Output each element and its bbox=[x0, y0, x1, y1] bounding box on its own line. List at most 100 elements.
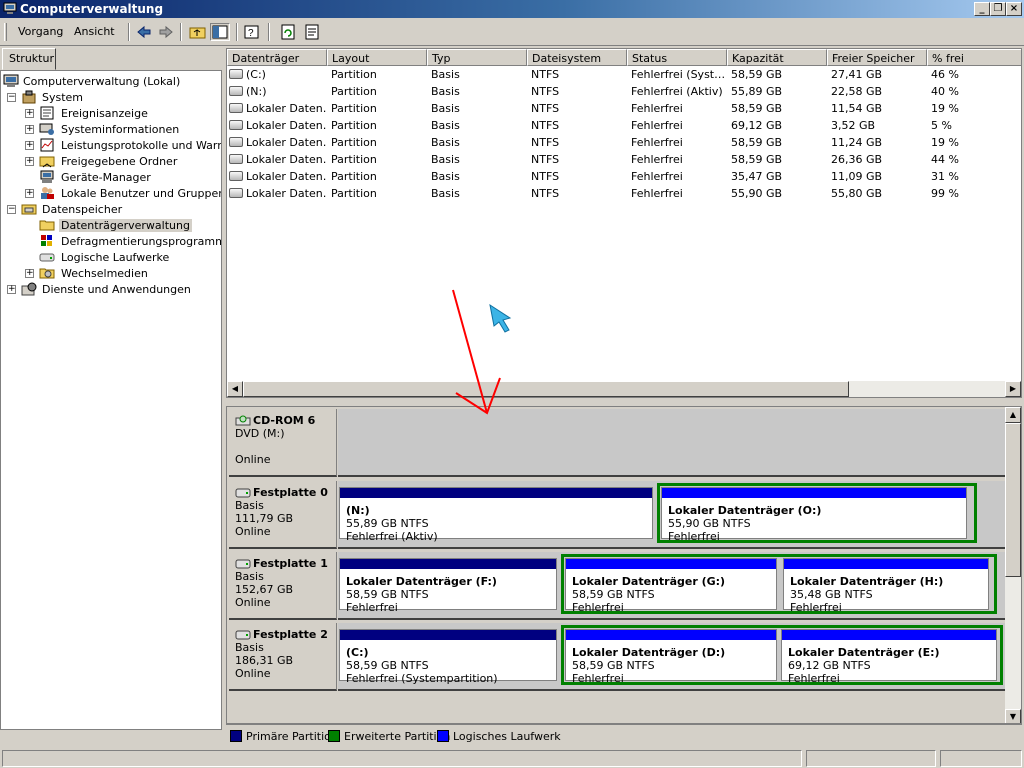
table-row[interactable]: Lokaler Daten… Partition Basis NTFS Fehlerfr… bbox=[227, 185, 1021, 202]
refresh-button[interactable] bbox=[278, 23, 298, 41]
disk-label[interactable]: Festplatte 1 Basis 152,67 GB Online bbox=[229, 552, 337, 620]
disk-label[interactable]: CD-ROM 6 DVD (M:) Online bbox=[229, 409, 337, 477]
column-header-free-space[interactable]: Freier Speicher bbox=[827, 49, 927, 66]
forward-button[interactable] bbox=[156, 23, 176, 41]
legend-swatch-primary bbox=[230, 730, 242, 742]
hard-disk-icon bbox=[235, 558, 251, 569]
scroll-thumb[interactable] bbox=[17, 729, 189, 730]
table-row[interactable]: Lokaler Daten… Partition Basis NTFS Fehlerfr… bbox=[227, 100, 1021, 117]
logical-drive[interactable]: Lokaler Datenträger (G:) 58,59 GB NTFS Feh… bbox=[565, 558, 777, 614]
partition-color-bar bbox=[340, 630, 556, 640]
partition-size: 58,59 GB NTFS bbox=[346, 588, 429, 601]
disk-label[interactable]: Festplatte 2 Basis 186,31 GB Online bbox=[229, 623, 337, 691]
scroll-left-button[interactable]: ◀ bbox=[1, 729, 17, 730]
table-cell: NTFS bbox=[531, 68, 560, 81]
services-applications-icon bbox=[21, 282, 37, 296]
scroll-right-button[interactable]: ▶ bbox=[205, 729, 221, 730]
event-viewer-icon bbox=[40, 106, 54, 120]
title-bar: Computerverwaltung _ ❐ × bbox=[0, 0, 1024, 18]
scroll-thumb[interactable] bbox=[1005, 423, 1021, 577]
disk-partition-area[interactable] bbox=[338, 409, 1006, 477]
table-row[interactable]: (N:) Partition Basis NTFS Fehlerfrei (Aktiv)… bbox=[227, 83, 1021, 100]
logical-drive[interactable]: Lokaler Datenträger (E:) 69,12 GB NTFS Feh… bbox=[781, 629, 997, 685]
scroll-up-button[interactable]: ▲ bbox=[1005, 407, 1021, 423]
table-cell: Basis bbox=[431, 187, 460, 200]
logical-drive[interactable]: Lokaler Datenträger (H:) 35,48 GB NTFS Feh… bbox=[783, 558, 989, 614]
primary-partition[interactable]: (C:) 58,59 GB NTFS Fehlerfrei (Systemparti… bbox=[339, 629, 557, 685]
table-cell: Basis bbox=[431, 119, 460, 132]
table-cell: 44 % bbox=[931, 153, 959, 166]
expand-toggle[interactable]: + bbox=[25, 125, 34, 134]
column-header-percent-free[interactable]: % frei bbox=[927, 49, 1021, 66]
table-row[interactable]: Lokaler Daten… Partition Basis NTFS Fehlerfr… bbox=[227, 117, 1021, 134]
collapse-toggle[interactable]: − bbox=[7, 93, 16, 102]
graph-vertical-scrollbar[interactable]: ▲ ▼ bbox=[1005, 407, 1021, 723]
expand-toggle[interactable]: + bbox=[25, 109, 34, 118]
expand-toggle[interactable]: + bbox=[25, 157, 34, 166]
sidebar-horizontal-scrollbar[interactable]: ◀ ▶ bbox=[1, 729, 221, 730]
hard-drive-icon bbox=[229, 137, 243, 147]
tree-label: Dienste und Anwendungen bbox=[42, 283, 191, 296]
scroll-thumb[interactable] bbox=[243, 381, 849, 397]
menu-action[interactable]: Vorgang bbox=[18, 25, 63, 38]
partition-name: Lokaler Datenträger (O:) bbox=[668, 504, 822, 517]
hard-drive-icon bbox=[229, 120, 243, 130]
computer-management-icon bbox=[3, 2, 17, 14]
column-header-volume[interactable]: Datenträger bbox=[227, 49, 327, 66]
table-row[interactable]: (C:) Partition Basis NTFS Fehlerfrei (Syst… 5… bbox=[227, 66, 1021, 83]
partition-color-bar bbox=[340, 559, 556, 569]
table-cell: Lokaler Daten… bbox=[246, 170, 326, 183]
tree-label-selected: Datenträgerverwaltung bbox=[59, 219, 192, 232]
expand-toggle[interactable]: + bbox=[7, 285, 16, 294]
column-header-filesystem[interactable]: Dateisystem bbox=[527, 49, 627, 66]
table-row[interactable]: Lokaler Daten… Partition Basis NTFS Fehlerfr… bbox=[227, 168, 1021, 185]
scroll-left-button[interactable]: ◀ bbox=[227, 381, 243, 397]
disk-info-line: Online bbox=[235, 667, 271, 680]
column-header-capacity[interactable]: Kapazität bbox=[727, 49, 827, 66]
partition-content: Lokaler Datenträger (F:) 58,59 GB NTFS Feh… bbox=[346, 575, 497, 614]
partition-color-bar bbox=[566, 630, 776, 640]
up-button[interactable] bbox=[188, 23, 208, 41]
list-horizontal-scrollbar[interactable]: ◀ ▶ bbox=[227, 381, 1021, 397]
collapse-toggle[interactable]: − bbox=[7, 205, 16, 214]
close-button[interactable]: × bbox=[1006, 2, 1022, 16]
svg-text:?: ? bbox=[248, 28, 254, 39]
table-row[interactable]: Lokaler Daten… Partition Basis NTFS Fehlerfr… bbox=[227, 151, 1021, 168]
expand-toggle[interactable]: + bbox=[25, 269, 34, 278]
primary-partition[interactable]: Lokaler Datenträger (F:) 58,59 GB NTFS Feh… bbox=[339, 558, 557, 614]
toolbar-separator bbox=[268, 23, 270, 41]
disk-label[interactable]: Festplatte 0 Basis 111,79 GB Online bbox=[229, 481, 337, 549]
properties-button[interactable] bbox=[302, 23, 322, 41]
show-hide-tree-button[interactable] bbox=[210, 23, 230, 41]
logical-drive[interactable]: Lokaler Datenträger (O:) 55,90 GB NTFS Feh… bbox=[661, 487, 967, 543]
table-cell: NTFS bbox=[531, 170, 560, 183]
disk-name-text: CD-ROM 6 bbox=[253, 414, 316, 427]
scroll-right-button[interactable]: ▶ bbox=[1005, 381, 1021, 397]
volume-list: Datenträger Layout Typ Dateisystem Statu… bbox=[226, 48, 1022, 398]
table-row[interactable]: Lokaler Daten… Partition Basis NTFS Fehlerfr… bbox=[227, 134, 1021, 151]
table-cell: 69,12 GB bbox=[731, 119, 783, 132]
primary-partition[interactable]: (N:) 55,89 GB NTFS Fehlerfrei (Aktiv) bbox=[339, 487, 653, 543]
help-button[interactable]: ? bbox=[242, 23, 262, 41]
toolbar-grip[interactable] bbox=[4, 23, 7, 41]
menu-view[interactable]: Ansicht bbox=[74, 25, 115, 38]
table-cell: NTFS bbox=[531, 102, 560, 115]
expand-toggle[interactable]: + bbox=[25, 189, 34, 198]
defragmenter-icon bbox=[41, 235, 52, 246]
table-cell: Fehlerfrei (Aktiv) bbox=[631, 85, 723, 98]
tab-struktur[interactable]: Struktur bbox=[2, 48, 56, 70]
logical-drive[interactable]: Lokaler Datenträger (D:) 58,59 GB NTFS Feh… bbox=[565, 629, 777, 685]
restore-button[interactable]: ❐ bbox=[990, 2, 1006, 16]
pane-splitter[interactable] bbox=[226, 398, 1022, 406]
expand-toggle[interactable]: + bbox=[25, 141, 34, 150]
minimize-button[interactable]: _ bbox=[974, 2, 990, 16]
up-folder-icon bbox=[189, 27, 206, 39]
column-header-status[interactable]: Status bbox=[627, 49, 727, 66]
table-cell: 31 % bbox=[931, 170, 959, 183]
partition-content: (N:) 55,89 GB NTFS Fehlerfrei (Aktiv) bbox=[346, 504, 438, 543]
column-header-layout[interactable]: Layout bbox=[327, 49, 427, 66]
back-arrow-icon bbox=[137, 25, 151, 39]
scroll-down-button[interactable]: ▼ bbox=[1005, 709, 1021, 723]
back-button[interactable] bbox=[134, 23, 154, 41]
column-header-type[interactable]: Typ bbox=[427, 49, 527, 66]
